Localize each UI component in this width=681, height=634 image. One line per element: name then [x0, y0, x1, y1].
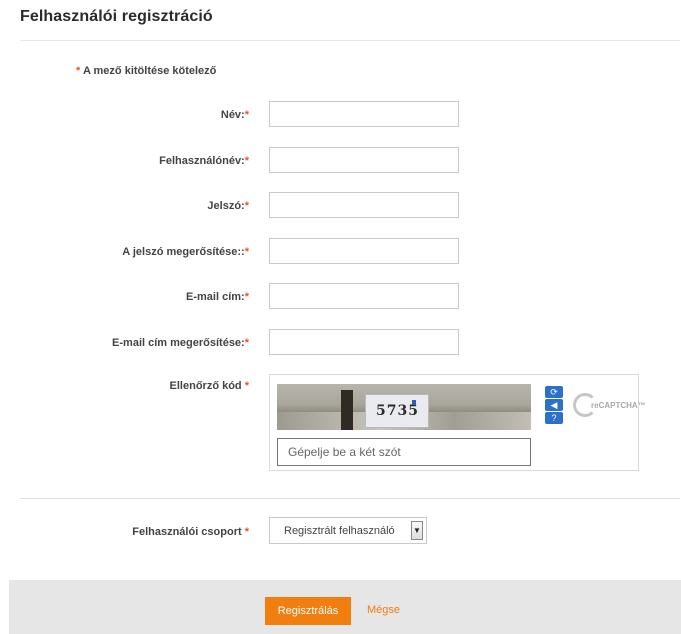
form-footer: Regisztrálás Mégse: [9, 580, 681, 634]
group-select-value: Regisztrált felhasználó: [284, 525, 395, 537]
audio-icon[interactable]: ◀: [545, 399, 563, 411]
captcha-image-text: 5735: [376, 403, 419, 419]
field-row-email: E-mail cím:*: [0, 283, 681, 311]
required-note: * A mező kitöltése kötelező: [76, 65, 216, 77]
captcha-image: 5735: [277, 384, 531, 430]
captcha-input[interactable]: [277, 438, 531, 466]
register-button[interactable]: Regisztrálás: [265, 597, 351, 625]
email-label: E-mail cím:*: [186, 291, 249, 303]
field-row-password: Jelszó:*: [0, 192, 681, 220]
username-label: Felhasználónév:*: [159, 155, 249, 167]
help-icon[interactable]: ?: [545, 412, 563, 424]
captcha-widget: 5735 ⟳ ◀ ? reCAPTCHA™: [269, 374, 646, 471]
field-row-username: Felhasználónév:*: [0, 147, 681, 175]
email-input[interactable]: [269, 283, 459, 309]
field-row-password-confirm: A jelszó megerősítése::*: [0, 238, 681, 266]
password-input[interactable]: [269, 192, 459, 218]
chevron-down-icon[interactable]: ▼: [411, 521, 423, 540]
password-label: Jelszó:*: [207, 200, 249, 212]
page-title: Felhasználói regisztráció: [20, 8, 213, 25]
username-input[interactable]: [269, 147, 459, 173]
recaptcha-logo: reCAPTCHA™: [573, 391, 646, 421]
password-confirm-input[interactable]: [269, 238, 459, 264]
group-label: Felhasználói csoport *: [132, 526, 249, 538]
name-label: Név:*: [220, 109, 249, 121]
email-confirm-input[interactable]: [269, 329, 459, 355]
password-confirm-label: A jelszó megerősítése::*: [122, 246, 249, 258]
email-confirm-label: E-mail cím megerősítése:*: [112, 337, 249, 349]
required-star: *: [76, 65, 81, 77]
captcha-label: Ellenőrző kód *: [169, 380, 249, 392]
required-note-text: A mező kitöltése kötelező: [82, 65, 217, 77]
name-input[interactable]: [269, 101, 459, 127]
refresh-icon[interactable]: ⟳: [545, 386, 563, 398]
field-row-name: Név:*: [0, 101, 681, 129]
title-divider: [20, 40, 680, 41]
section-divider: [20, 498, 680, 499]
group-select[interactable]: Regisztrált felhasználó ▼: [269, 517, 427, 544]
field-row-email-confirm: E-mail cím megerősítése:*: [0, 329, 681, 357]
cancel-link[interactable]: Mégse: [367, 604, 400, 616]
captcha-controls: ⟳ ◀ ?: [545, 386, 563, 425]
